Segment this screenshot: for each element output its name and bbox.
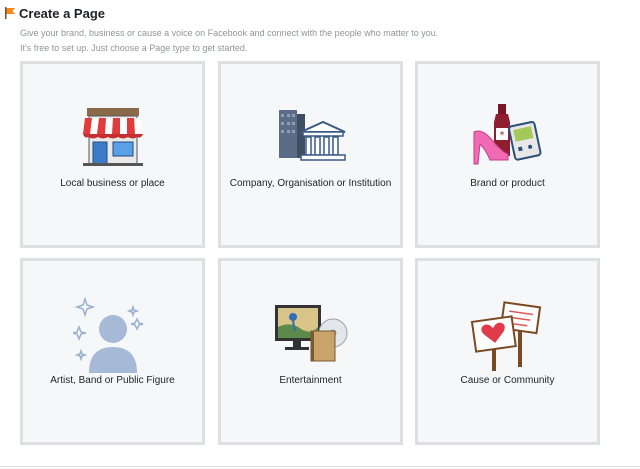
page-header: Create a Page [4,4,105,22]
entertainment-icon [274,305,347,362]
category-label: Cause or Community [460,375,555,386]
intro-line-1: Give your brand, business or cause a voi… [20,28,439,38]
public-figure-icon [72,297,143,373]
building-icon [278,110,346,161]
intro-text: Give your brand, business or cause a voi… [20,26,438,56]
category-cause[interactable]: Cause or Community [415,258,600,445]
flag-icon [4,6,16,20]
svg-text:*: * [499,130,504,141]
category-label: Entertainment [279,375,342,386]
category-label: Brand or product [470,178,545,189]
category-local-business[interactable]: Local business or place [20,61,205,248]
category-brand[interactable]: * Brand or product [415,61,600,248]
intro-line-2: It's free to set up. Just choose a Page … [20,43,248,53]
category-label: Local business or place [60,178,165,189]
category-artist[interactable]: Artist, Band or Public Figure [20,258,205,445]
signs-icon [470,301,541,371]
category-label: Company, Organisation or Institution [229,178,392,189]
divider [0,466,640,467]
page-title: Create a Page [19,5,105,21]
products-icon: * [473,104,541,165]
category-label: Artist, Band or Public Figure [50,375,175,386]
category-company[interactable]: Company, Organisation or Institution [218,61,403,248]
category-entertainment[interactable]: Entertainment [218,258,403,445]
storefront-icon [82,108,143,166]
